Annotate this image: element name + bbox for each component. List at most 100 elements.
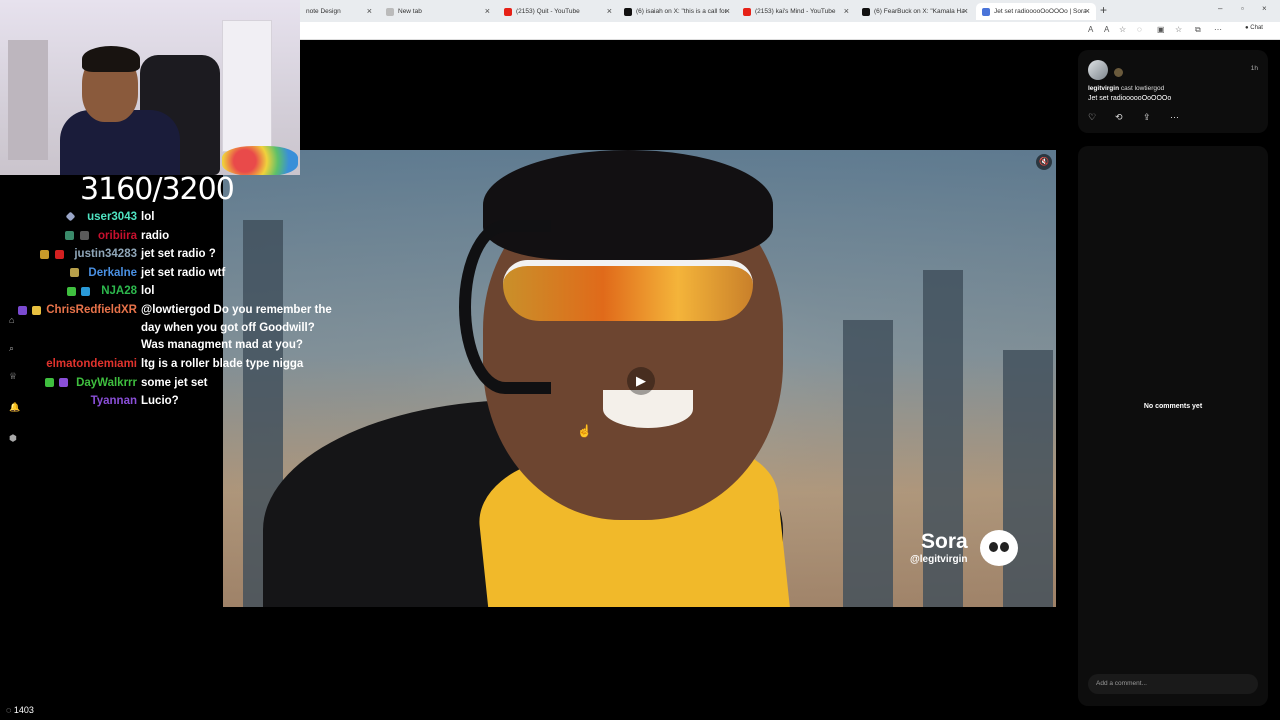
badge-icon xyxy=(32,306,41,315)
like-icon[interactable]: ♡ xyxy=(1088,112,1096,123)
youtube-icon xyxy=(743,7,751,16)
left-rail: ⌂ ⌕ ♕ 🔔 ⬢ xyxy=(0,290,30,720)
chat-message-text: jet set radio ? xyxy=(141,248,216,260)
comments-panel: No comments yet Add a comment... xyxy=(1078,146,1268,706)
sunglasses xyxy=(503,260,753,321)
split-screen-icon[interactable]: ▣ xyxy=(1157,25,1165,34)
chat-username[interactable]: Tyannan xyxy=(91,393,137,411)
user-icon: ◌ xyxy=(6,705,12,715)
page-icon xyxy=(982,7,990,16)
browser-tab[interactable]: (2153) Quit - YouTube × xyxy=(498,3,618,20)
browser-tab[interactable]: (6) isaiah on X: "this is a call for h..… xyxy=(618,3,736,20)
tab-title: (2153) kai's Mind - YouTube xyxy=(755,8,836,15)
viewer-count: ◌ 1403 xyxy=(6,705,34,715)
youtube-icon xyxy=(504,7,512,16)
chat-username[interactable]: ChrisRedfieldXR xyxy=(46,302,137,320)
comment-input[interactable]: Add a comment... xyxy=(1088,674,1258,694)
more-options-icon[interactable]: ⋯ xyxy=(1170,112,1179,123)
post-card: 1h legitvirgin cast lowtiergod Jet set r… xyxy=(1078,50,1268,133)
badge-icon xyxy=(55,250,64,259)
post-cast-text[interactable]: cast lowtiergod xyxy=(1121,85,1164,92)
close-window-icon[interactable]: × xyxy=(1262,4,1267,13)
streamer-webcam xyxy=(0,0,300,175)
new-tab-button[interactable]: + xyxy=(1100,3,1107,17)
post-author-line: legitvirgin cast lowtiergod xyxy=(1088,85,1164,92)
read-aloud-icon[interactable]: A xyxy=(1088,25,1093,34)
favorites-icon[interactable]: ☆ xyxy=(1175,25,1182,34)
chat-message-text: lol xyxy=(141,211,155,223)
favorite-star-icon[interactable]: ☆ xyxy=(1119,25,1126,34)
progress-counter: 3160/3200 xyxy=(80,172,235,207)
more-icon[interactable]: ⋯ xyxy=(1214,25,1222,34)
chat-username[interactable]: elmatondemiami xyxy=(46,356,137,374)
moderator-badge-icon xyxy=(65,211,76,222)
trophy-icon[interactable]: ♕ xyxy=(9,371,17,382)
play-button[interactable]: ▶ xyxy=(627,367,655,395)
search-icon[interactable]: ⌕ xyxy=(9,343,14,354)
mute-toggle-icon[interactable]: 🔇 xyxy=(1036,154,1052,170)
viewer-count-value: 1403 xyxy=(13,705,34,715)
page-icon xyxy=(386,7,394,16)
avatar[interactable] xyxy=(1088,60,1108,80)
close-tab-icon[interactable]: × xyxy=(485,6,490,16)
chat-username[interactable]: DayWalkrrr xyxy=(76,375,137,393)
sora-logo-icon xyxy=(980,530,1018,566)
subscriber-badge-icon xyxy=(65,231,74,240)
tab-title: (6) isaiah on X: "this is a call for h..… xyxy=(636,8,726,15)
mouse-cursor-icon: ☝ xyxy=(577,424,592,438)
bell-icon[interactable]: 🔔 xyxy=(9,402,20,413)
remix-icon[interactable]: ⟲ xyxy=(1115,112,1123,123)
building xyxy=(1003,350,1053,607)
no-comments-text: No comments yet xyxy=(1143,403,1203,410)
shield-icon[interactable]: ⬢ xyxy=(9,433,17,444)
chat-message-text: Lucio? xyxy=(141,395,179,407)
chat-username[interactable]: user3043 xyxy=(87,209,137,227)
chat-username[interactable]: justin34283 xyxy=(74,246,137,264)
maximize-icon[interactable]: ▫ xyxy=(1241,4,1244,13)
chat-username[interactable]: oribiira xyxy=(98,228,137,246)
chat-username[interactable]: Derkalne xyxy=(88,265,137,283)
chat-message-text: ltg is a roller blade type nigga xyxy=(141,358,304,370)
chat-username[interactable]: NJA28 xyxy=(101,283,137,301)
streamer-hair xyxy=(82,46,140,72)
sora-watermark-handle: @legitvirgin xyxy=(910,554,968,565)
door xyxy=(222,20,272,152)
copilot-chat-button[interactable]: ● Chat xyxy=(1245,25,1263,31)
pillow xyxy=(222,146,298,175)
close-tab-icon[interactable]: × xyxy=(367,6,372,16)
minimize-icon[interactable]: – xyxy=(1218,4,1222,13)
chat-message-text: lol xyxy=(141,285,155,297)
browser-tab[interactable]: note Design × xyxy=(300,3,378,20)
chat-message-text: radio xyxy=(141,229,170,242)
share-icon[interactable]: ⇪ xyxy=(1143,112,1151,123)
browser-tab-active[interactable]: Jet set radiooooOoOOOo | Sora × xyxy=(976,3,1096,20)
close-tab-icon[interactable]: × xyxy=(844,6,849,16)
close-tab-icon[interactable]: × xyxy=(607,6,612,16)
tab-title: (2153) Quit - YouTube xyxy=(516,8,580,15)
badge-icon xyxy=(81,287,90,296)
post-username[interactable]: legitvirgin xyxy=(1088,85,1119,92)
badge-icon xyxy=(80,231,89,240)
chat-message-text: jet set radio wtf xyxy=(141,266,226,279)
browser-tab[interactable]: New tab × xyxy=(380,3,496,20)
sora-watermark-title: Sora xyxy=(921,530,968,553)
badge-icon xyxy=(67,287,76,296)
browser-tab[interactable]: (6) FearBuck on X: "Kamala Harris... × xyxy=(856,3,974,20)
close-tab-icon[interactable]: × xyxy=(725,6,730,16)
browser-tab[interactable]: (2153) kai's Mind - YouTube × xyxy=(737,3,855,20)
collections-icon[interactable]: ⧉ xyxy=(1195,25,1201,35)
smile xyxy=(603,390,693,428)
close-tab-icon[interactable]: × xyxy=(1085,6,1090,16)
extension-icon[interactable]: ◌ xyxy=(1137,25,1142,34)
badge-icon xyxy=(70,268,79,277)
x-icon xyxy=(624,7,632,16)
home-icon[interactable]: ⌂ xyxy=(9,315,14,325)
tab-title: note Design xyxy=(306,8,341,15)
chat-message-text: @lowtiergod Do you remember the day when… xyxy=(141,304,332,351)
close-tab-icon[interactable]: × xyxy=(963,6,968,16)
video-player[interactable]: ▶ 🔇 Sora @legitvirgin xyxy=(223,150,1056,607)
avatar-badge-icon xyxy=(1114,68,1123,77)
post-caption: Jet set radioooooOoOOOo xyxy=(1088,95,1172,102)
badge-icon xyxy=(59,378,68,387)
translate-icon[interactable]: A xyxy=(1104,25,1109,34)
